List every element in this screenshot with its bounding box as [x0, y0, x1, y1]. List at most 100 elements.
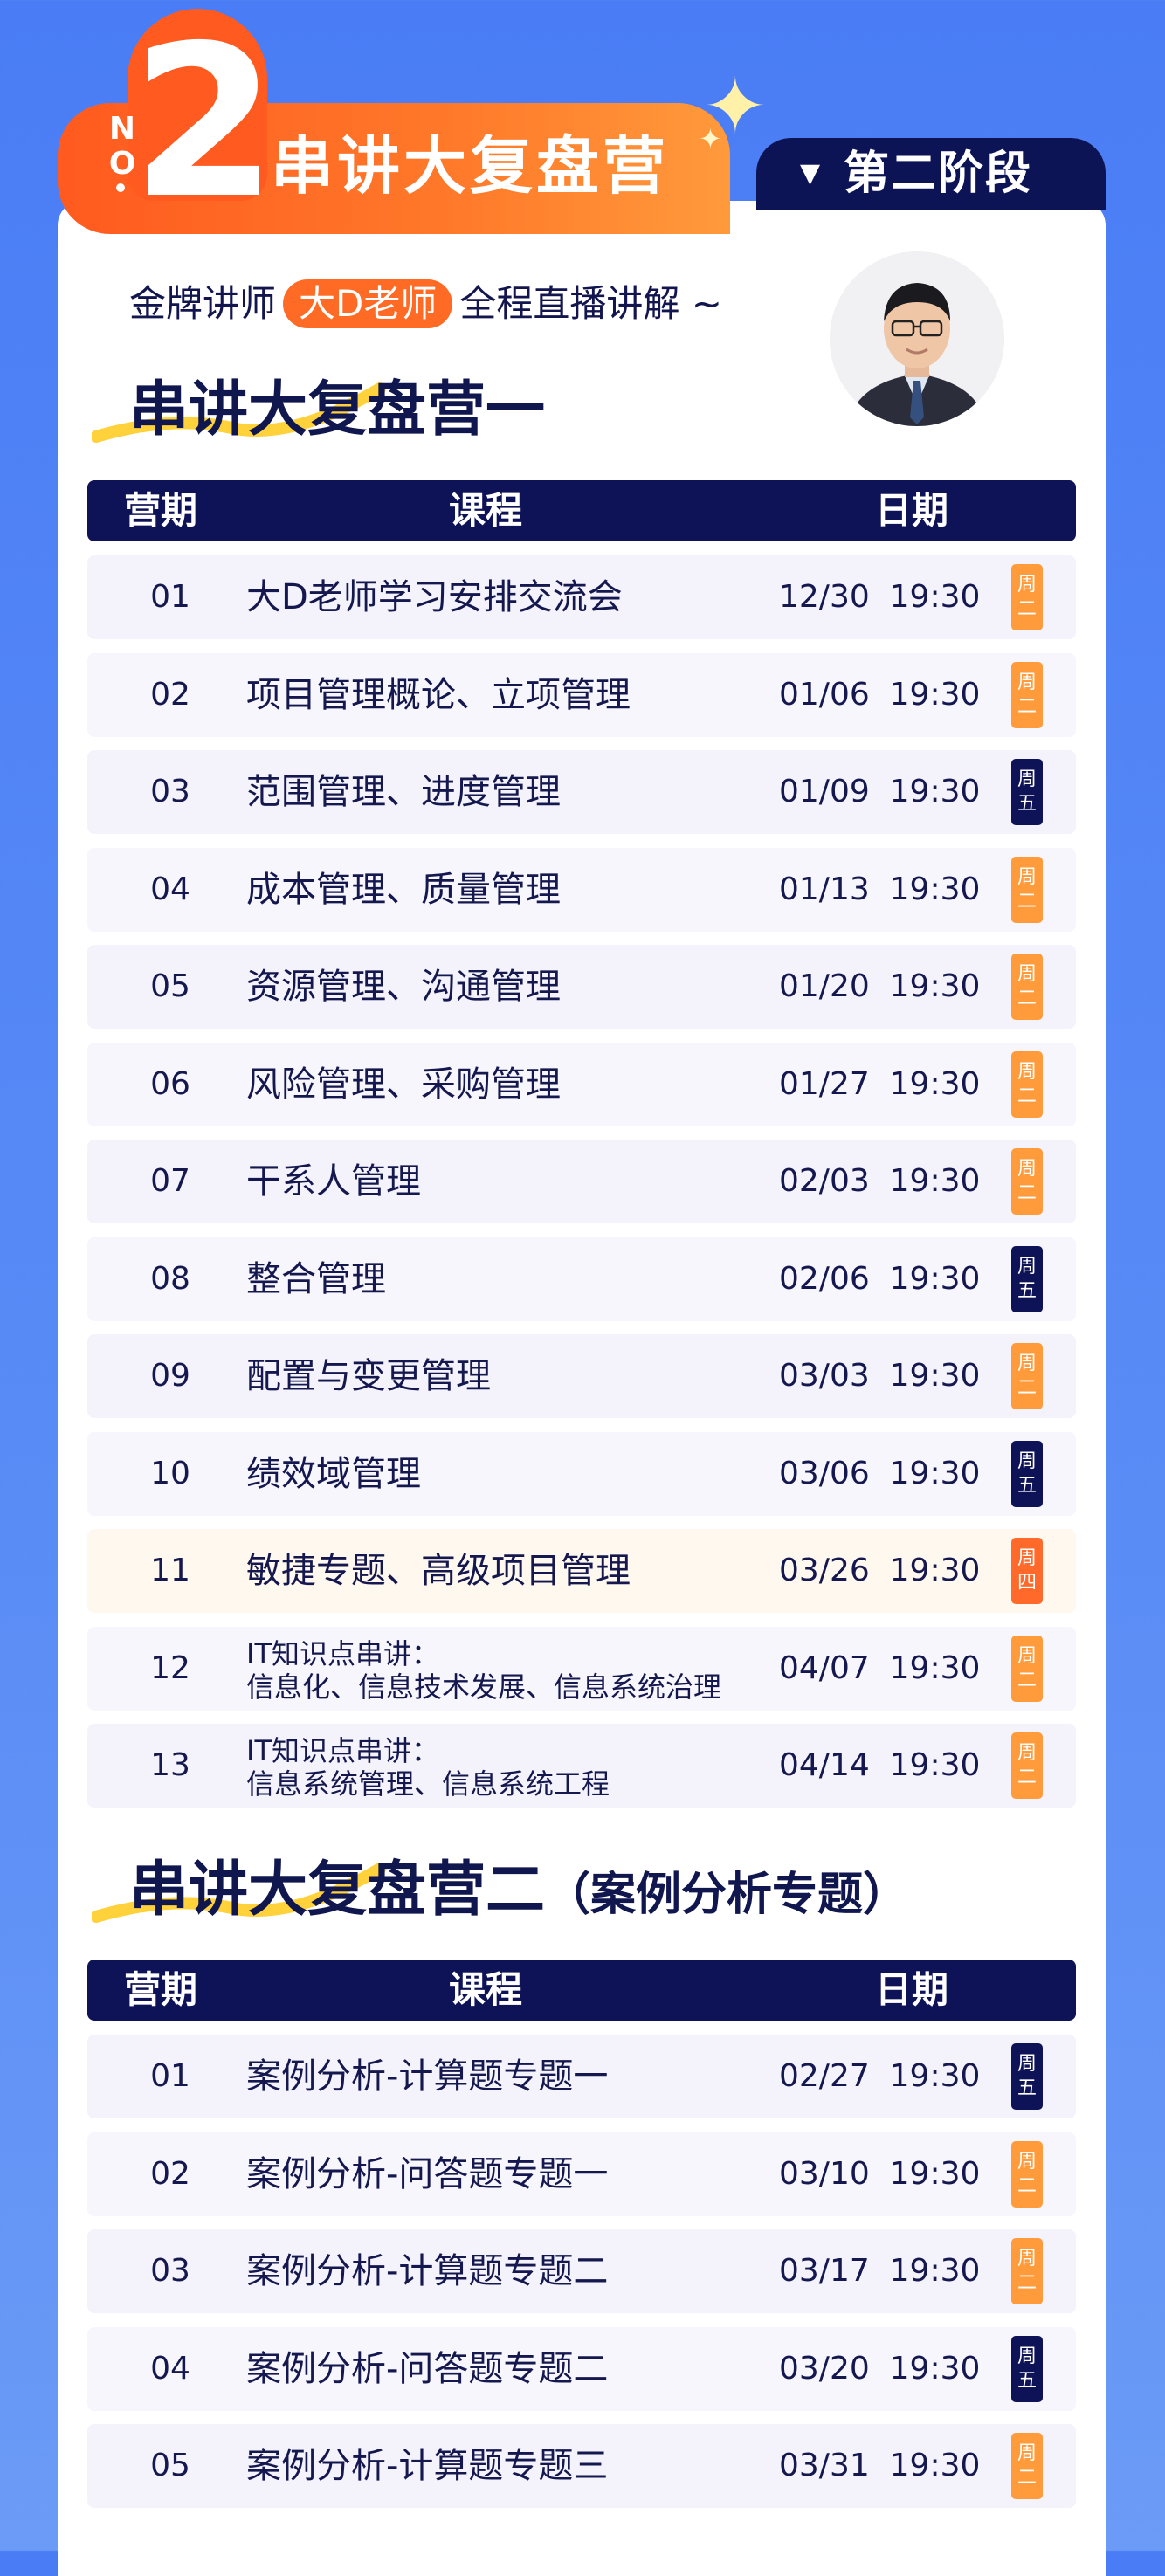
row-date: 01/06 19:30 — [779, 676, 981, 713]
weekday-char: 周 — [1017, 2150, 1037, 2173]
weekday-char: 周 — [1017, 671, 1037, 693]
table-row: 02 项目管理概论、立项管理 01/06 19:30 周二 — [87, 652, 1076, 737]
row-date: 01/13 19:30 — [779, 871, 981, 907]
table-row: 01 大D老师学习安排交流会 12/30 19:30 周二 — [87, 555, 1076, 639]
weekday-char: 二 — [1017, 598, 1037, 620]
row-period: 07 — [150, 1163, 190, 1199]
section2-title-main: 串讲大复盘营二 — [129, 1856, 546, 1925]
intro-prefix: 金牌讲师 — [129, 282, 277, 325]
header-period: 营期 — [124, 489, 198, 532]
weekday-char: 二 — [1017, 2272, 1037, 2294]
weekday-char: 周 — [1017, 1450, 1037, 1472]
no-dot — [116, 183, 125, 192]
row-period: 10 — [150, 1455, 190, 1491]
table-row: 03 范围管理、进度管理 01/09 19:30 周五 — [87, 750, 1076, 834]
table-row: 04 案例分析-问答题专题二 03/20 19:30 周五 — [87, 2326, 1076, 2411]
row-period: 06 — [150, 1065, 190, 1102]
camp-title: 串讲大复盘营 — [271, 129, 670, 203]
stage-label: 第二阶段 — [844, 148, 1033, 200]
no-label-n: N — [108, 111, 136, 147]
weekday-char: 二 — [1017, 695, 1037, 718]
row-period: 01 — [150, 579, 190, 615]
row-date: 02/03 19:30 — [779, 1163, 981, 1199]
table-row: 04 成本管理、质量管理 01/13 19:30 周二 — [87, 847, 1076, 932]
weekday-char: 二 — [1017, 1377, 1037, 1399]
weekday-char: 周 — [1017, 768, 1037, 790]
row-date: 03/10 19:30 — [779, 2155, 981, 2192]
weekday-badge: 周二 — [1011, 1050, 1043, 1118]
row-date: 03/06 19:30 — [779, 1455, 981, 1491]
weekday-char: 周 — [1017, 2248, 1037, 2269]
table-row: 07 干系人管理 02/03 19:30 周二 — [87, 1140, 1076, 1223]
row-period: 02 — [150, 2155, 190, 2192]
weekday-badge: 周四 — [1011, 1538, 1043, 1604]
row-course: 案例分析-计算题专题一 — [246, 2056, 609, 2097]
section1-title: 串讲大复盘营一 — [129, 375, 546, 444]
weekday-char: 二 — [1017, 1085, 1037, 1107]
weekday-badge: 周二 — [1011, 954, 1043, 1020]
weekday-badge: 周二 — [1011, 856, 1043, 923]
weekday-char: 二 — [1017, 2174, 1037, 2197]
row-period: 04 — [150, 2350, 190, 2387]
teacher-name-pill: 大D老师 — [283, 279, 453, 328]
row-course: IT知识点串讲： 信息系统管理、信息系统工程 — [246, 1734, 610, 1801]
row-course: 资源管理、沟通管理 — [246, 967, 561, 1007]
weekday-char: 五 — [1017, 793, 1037, 815]
row-period: 02 — [150, 676, 190, 713]
weekday-badge: 周五 — [1011, 2335, 1043, 2402]
row-course-line1: IT知识点串讲： — [246, 1734, 439, 1767]
weekday-badge: 周五 — [1011, 1440, 1043, 1507]
weekday-char: 周 — [1017, 963, 1037, 985]
weekday-badge: 周五 — [1011, 1245, 1043, 1312]
table-row: 08 整合管理 02/06 19:30 周五 — [87, 1236, 1076, 1321]
row-period: 08 — [150, 1260, 190, 1297]
row-date: 12/30 19:30 — [779, 579, 981, 615]
row-course-line2: 信息化、信息技术发展、信息系统治理 — [246, 1670, 722, 1704]
row-date: 03/03 19:30 — [779, 1358, 981, 1394]
weekday-char: 五 — [1017, 1279, 1037, 1302]
section1-table-header: 营期 课程 日期 — [87, 480, 1076, 541]
weekday-char: 周 — [1017, 1644, 1037, 1667]
row-period: 13 — [150, 1747, 190, 1783]
table-row: 10 绩效域管理 03/06 19:30 周五 — [87, 1431, 1076, 1516]
weekday-badge: 周二 — [1011, 2238, 1043, 2304]
row-course: 整合管理 — [246, 1258, 386, 1299]
section2-table-header: 营期 课程 日期 — [87, 1960, 1076, 2021]
row-date: 01/27 19:30 — [779, 1065, 981, 1102]
weekday-char: 二 — [1017, 988, 1037, 1009]
weekday-badge: 周二 — [1011, 2433, 1043, 2499]
row-course: 成本管理、质量管理 — [246, 869, 561, 910]
row-course: 项目管理概论、立项管理 — [246, 674, 631, 715]
weekday-char: 五 — [1017, 1474, 1037, 1497]
row-course: 案例分析-计算题专题三 — [246, 2446, 609, 2486]
weekday-char: 周 — [1017, 2345, 1037, 2367]
row-date: 04/14 19:30 — [779, 1747, 981, 1783]
weekday-char: 周 — [1017, 1060, 1037, 1083]
row-period: 04 — [150, 871, 190, 907]
row-date: 03/17 19:30 — [779, 2253, 981, 2289]
row-course: 范围管理、进度管理 — [246, 772, 561, 812]
row-period: 03 — [150, 2253, 190, 2289]
weekday-badge: 周五 — [1011, 2043, 1043, 2110]
row-period: 01 — [150, 2058, 190, 2094]
weekday-badge: 周二 — [1011, 2140, 1043, 2208]
table-row: 09 配置与变更管理 03/03 19:30 周二 — [87, 1334, 1076, 1418]
row-period: 09 — [150, 1358, 190, 1394]
row-date: 03/26 19:30 — [779, 1553, 981, 1588]
weekday-char: 二 — [1017, 890, 1037, 913]
row-course: 敏捷专题、高级项目管理 — [246, 1551, 631, 1591]
camp-number: 2 — [131, 0, 277, 245]
weekday-char: 周 — [1017, 1547, 1037, 1569]
weekday-char: 周 — [1017, 2442, 1037, 2464]
weekday-badge: 周五 — [1011, 759, 1043, 825]
weekday-char: 周 — [1017, 2053, 1037, 2075]
weekday-badge: 周二 — [1011, 1732, 1043, 1799]
header-course: 课程 — [449, 489, 523, 532]
section2-title: 串讲大复盘营二（案例分析专题） — [129, 1856, 908, 1930]
triangle-down-icon: ▼ — [800, 158, 821, 189]
weekday-char: 周 — [1017, 1158, 1037, 1180]
row-period: 05 — [150, 2448, 190, 2483]
row-period: 03 — [150, 774, 190, 809]
row-course: 大D老师学习安排交流会 — [246, 577, 623, 617]
row-date: 03/31 19:30 — [779, 2448, 981, 2483]
